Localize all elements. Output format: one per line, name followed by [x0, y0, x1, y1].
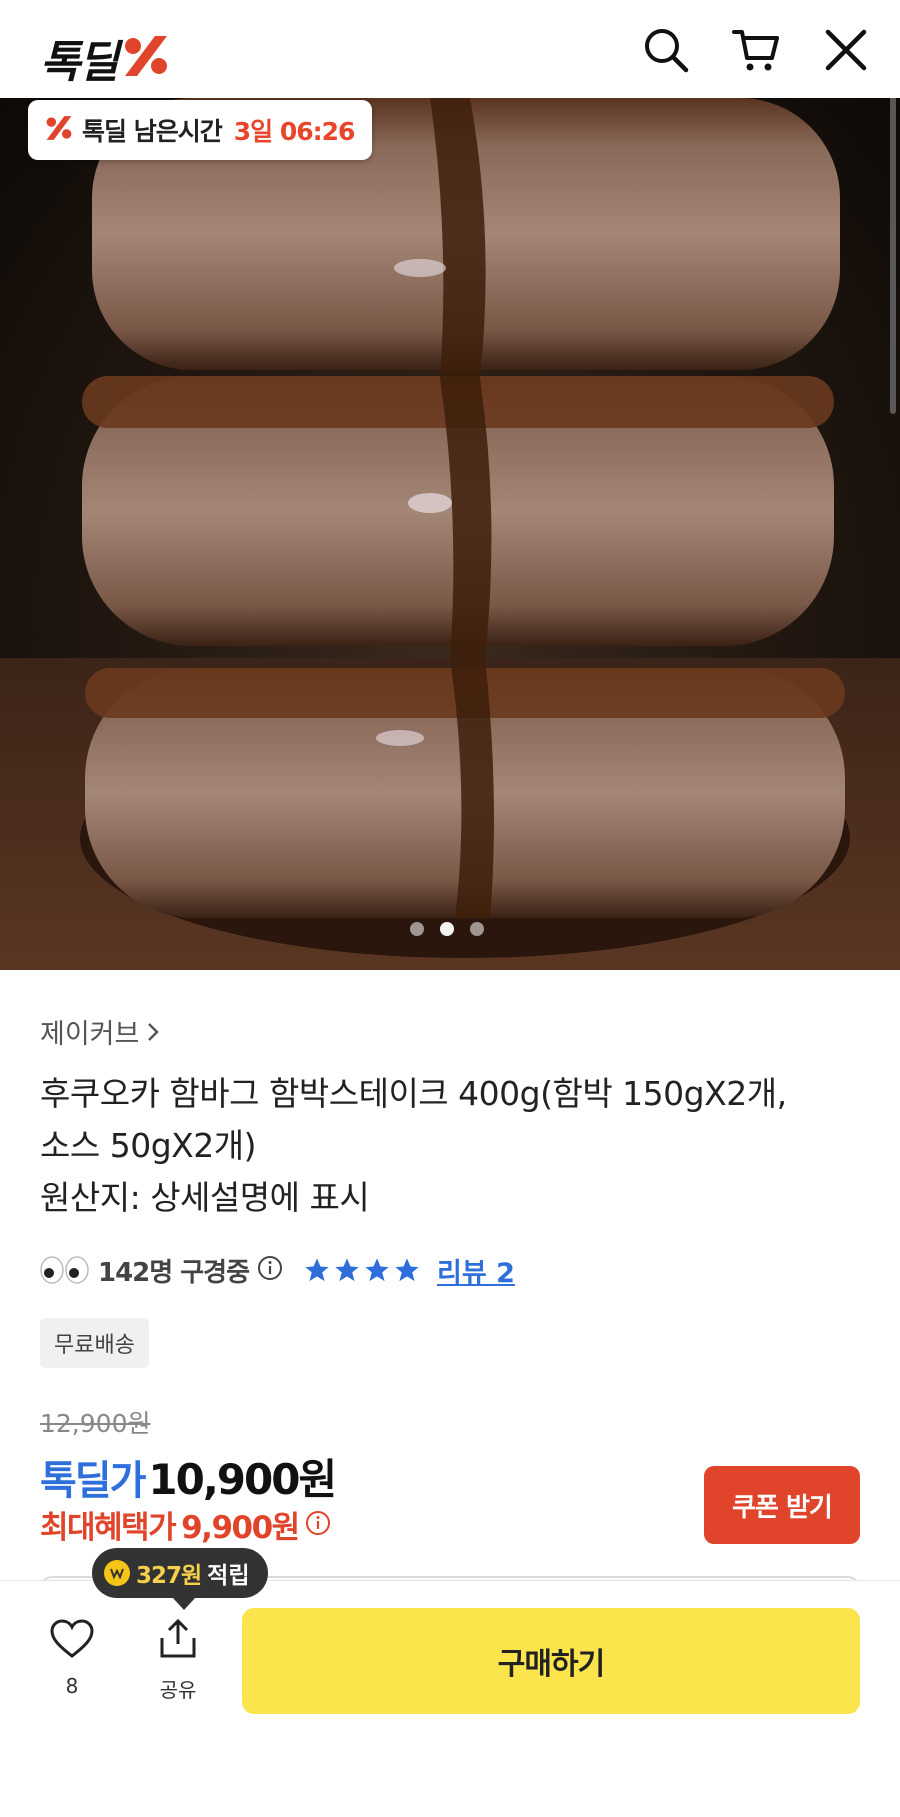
info-icon[interactable]: [305, 1510, 331, 1540]
timer-value: 3일 06:26: [233, 117, 356, 146]
max-benefit-row: 최대혜택가 9,900원: [40, 1502, 331, 1547]
carousel-dot-active[interactable]: [440, 922, 454, 936]
viewer-count: 142명 구경중: [98, 1257, 250, 1288]
points-tooltip: 327원 적립: [92, 1548, 268, 1610]
share-button[interactable]: 공유: [148, 1618, 208, 1703]
deal-timer-badge: 톡딜 남은시간 3일 06:26: [28, 100, 373, 160]
rating-stars: [303, 1256, 421, 1284]
carousel-dot[interactable]: [470, 922, 484, 936]
percent-icon: [44, 115, 74, 145]
cart-icon[interactable]: [730, 24, 782, 76]
page-scrollbar[interactable]: [890, 98, 896, 414]
star-icon: [395, 1258, 419, 1282]
original-price: 12,900원: [40, 1409, 151, 1438]
info-icon[interactable]: [257, 1255, 283, 1285]
star-icon: [335, 1258, 359, 1282]
points-text: 적립: [207, 1563, 250, 1589]
coin-icon: [104, 1560, 130, 1586]
seller-link[interactable]: 제이커브: [40, 1012, 161, 1051]
seller-name: 제이커브: [40, 1019, 140, 1050]
product-title: 후쿠오카 함바그 함박스테이크 400g(함박 150gX2개, 소스 50gX…: [40, 1068, 870, 1224]
product-title-line: 후쿠오카 함바그 함박스테이크 400g(함박 150gX2개,: [40, 1074, 787, 1113]
logo[interactable]: 톡딜: [40, 26, 171, 90]
close-icon[interactable]: [820, 24, 872, 76]
product-stats: 142명 구경중 리뷰 2: [40, 1250, 515, 1290]
heart-icon: [50, 1619, 94, 1658]
star-icon: [365, 1258, 389, 1282]
product-image-carousel[interactable]: [0, 98, 900, 970]
deal-price-row: 톡딜가 10,900원: [40, 1446, 337, 1507]
review-link[interactable]: 리뷰 2: [437, 1251, 515, 1290]
product-title-line: 소스 50gX2개): [40, 1126, 257, 1165]
top-header: 톡딜: [0, 0, 900, 98]
eyes-icon: [40, 1255, 90, 1285]
like-count: 8: [65, 1674, 79, 1698]
like-button[interactable]: 8: [42, 1618, 102, 1698]
logo-text: 톡딜: [40, 37, 119, 88]
max-benefit-label: 최대혜택가: [40, 1510, 177, 1546]
max-benefit-price: 9,900원: [181, 1510, 300, 1546]
carousel-indicator: [410, 922, 484, 936]
chevron-right-icon: [148, 1022, 160, 1041]
free-shipping-badge: 무료배송: [40, 1318, 149, 1368]
carousel-dot[interactable]: [410, 922, 424, 936]
percent-logo-icon: [121, 34, 171, 82]
deal-price-label: 톡딜가: [40, 1458, 146, 1504]
points-value: 327원: [136, 1563, 202, 1589]
star-icon: [305, 1258, 329, 1282]
get-coupon-button[interactable]: 쿠폰 받기: [704, 1466, 860, 1544]
deal-price: 10,900원: [148, 1455, 337, 1504]
buy-button[interactable]: 구매하기: [242, 1608, 860, 1714]
hamburg-steak-image: [0, 98, 900, 970]
share-icon: [160, 1618, 196, 1658]
share-label: 공유: [159, 1678, 197, 1702]
timer-label: 톡딜 남은시간: [82, 117, 223, 146]
search-icon[interactable]: [640, 24, 692, 76]
product-origin: 원산지: 상세설명에 표시: [40, 1178, 370, 1217]
